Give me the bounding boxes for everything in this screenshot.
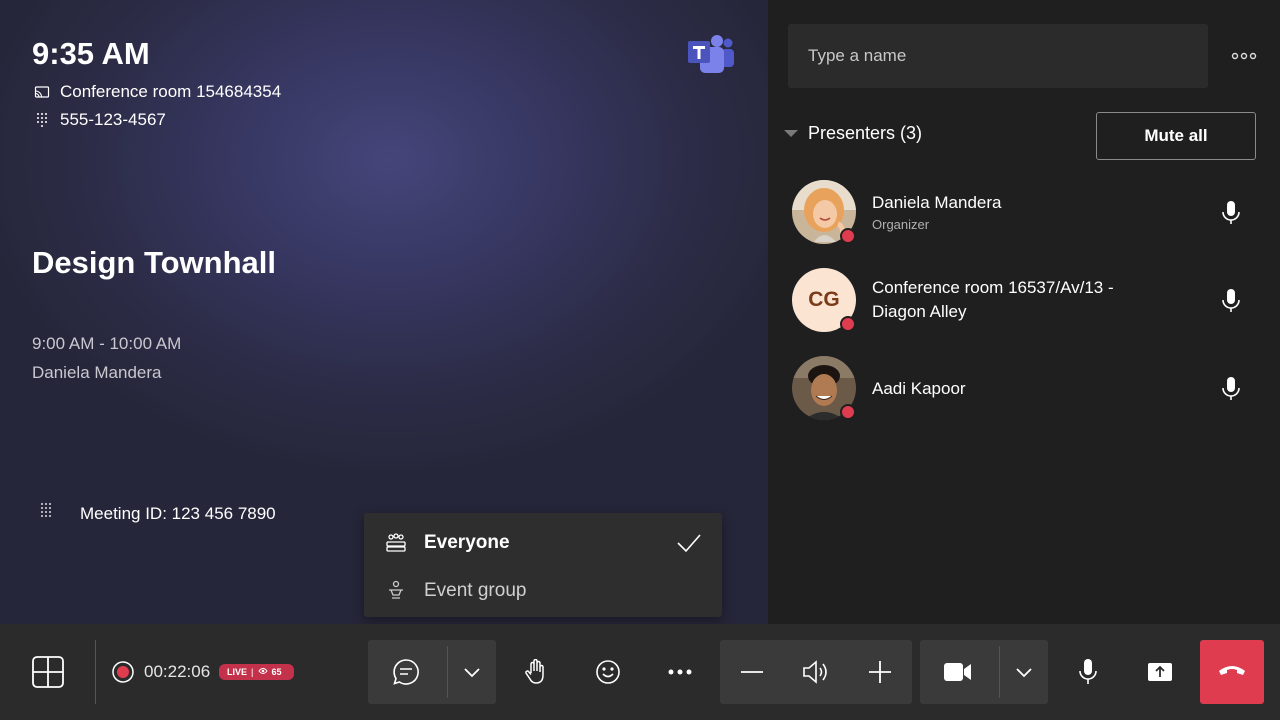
room-row: Conference room 154684354: [34, 82, 281, 102]
mute-all-button[interactable]: Mute all: [1096, 112, 1256, 160]
viewer-count: 65: [271, 667, 282, 677]
menu-item-event-group[interactable]: Event group: [364, 567, 722, 615]
collapse-triangle-icon: [784, 130, 798, 137]
smiley-icon: [595, 659, 621, 685]
chat-options-dropdown[interactable]: [448, 640, 496, 704]
meeting-time-range: 9:00 AM - 10:00 AM: [32, 334, 182, 353]
meeting-id-row: Meeting ID: 123 456 7890: [38, 502, 276, 525]
people-group-icon: [385, 532, 407, 554]
presence-busy-indicator: [840, 316, 856, 332]
chevron-down-icon: [1015, 666, 1033, 678]
participant-name: Conference room 16537/Av/13 -: [872, 278, 1114, 297]
live-label: LIVE: [227, 667, 248, 677]
ellipsis-icon: [667, 668, 693, 676]
teams-meeting-window: 9:35 AM Conference room 154684354 555-12…: [0, 0, 1280, 720]
meeting-controls-bar: 00:22:06 LIVE | 65: [0, 624, 1280, 720]
plus-icon: [868, 660, 892, 684]
meeting-timer: 00:22:06: [144, 662, 211, 681]
search-input[interactable]: Type a name: [788, 24, 1208, 88]
menu-item-label: Event group: [424, 580, 527, 601]
participant-row[interactable]: Daniela Mandera Organizer: [792, 180, 1256, 244]
chevron-down-icon: [463, 666, 481, 678]
participant-role: Organizer: [872, 217, 930, 232]
video-camera-icon: [943, 661, 973, 683]
chat-audience-menu: Everyone Event group: [364, 513, 722, 617]
microphone-icon[interactable]: [1220, 288, 1242, 314]
share-screen-icon: [1147, 662, 1173, 682]
more-options-icon[interactable]: [1230, 46, 1258, 66]
eye-icon: [257, 667, 268, 677]
phone-number: 555-123-4567: [60, 110, 166, 129]
event-group-icon: [385, 580, 407, 602]
participant-name-line2: Diagon Alley: [872, 302, 967, 321]
participants-panel: Type a name Presenters (3) Mute all Dani…: [768, 0, 1280, 624]
raise-hand-button[interactable]: [504, 640, 568, 704]
microphone-icon: [1077, 658, 1099, 686]
leave-call-button[interactable]: [1200, 640, 1264, 704]
live-badge: LIVE | 65: [219, 664, 294, 680]
chat-button[interactable]: [374, 640, 438, 704]
microphone-icon[interactable]: [1220, 200, 1242, 226]
menu-item-label: Everyone: [424, 532, 510, 553]
teams-logo-icon: [686, 33, 734, 77]
participant-row[interactable]: Aadi Kapoor: [792, 356, 1256, 420]
dialpad-icon: [38, 502, 54, 525]
search-placeholder: Type a name: [808, 46, 907, 65]
microphone-icon[interactable]: [1220, 376, 1242, 402]
participant-name: Aadi Kapoor: [872, 379, 966, 398]
more-actions-button[interactable]: [648, 640, 712, 704]
hand-icon: [524, 659, 548, 685]
layout-grid-icon[interactable]: [31, 655, 65, 689]
participant-row[interactable]: CG Conference room 16537/Av/13 - Diagon …: [792, 268, 1256, 332]
divider: [95, 640, 96, 704]
participant-name: Daniela Mandera: [872, 193, 1002, 212]
microphone-button[interactable]: [1056, 640, 1120, 704]
speaker-button[interactable]: [784, 640, 848, 704]
checkmark-icon: [676, 532, 702, 554]
volume-up-button[interactable]: [848, 640, 912, 704]
recording-icon: [112, 661, 134, 683]
chat-icon: [391, 657, 421, 687]
presenters-label: Presenters (3): [808, 123, 923, 143]
speaker-icon: [801, 659, 831, 685]
share-screen-button[interactable]: [1128, 640, 1192, 704]
presenters-section-header[interactable]: Presenters (3): [784, 123, 922, 144]
camera-options-dropdown[interactable]: [1000, 640, 1048, 704]
volume-down-button[interactable]: [720, 640, 784, 704]
meeting-title: Design Townhall: [32, 245, 276, 280]
room-name: Conference room 154684354: [60, 82, 282, 101]
presence-busy-indicator: [840, 228, 856, 244]
minus-icon: [740, 670, 764, 674]
menu-item-everyone[interactable]: Everyone: [364, 519, 722, 567]
meeting-organizer: Daniela Mandera: [32, 363, 162, 382]
camera-button[interactable]: [926, 640, 990, 704]
dialpad-icon: [34, 112, 50, 128]
phone-row: 555-123-4567: [34, 110, 166, 130]
reactions-button[interactable]: [576, 640, 640, 704]
presence-busy-indicator: [840, 404, 856, 420]
hang-up-icon: [1217, 663, 1247, 682]
current-time: 9:35 AM: [32, 36, 150, 71]
meeting-id-text: Meeting ID: 123 456 7890: [80, 503, 276, 523]
cast-icon: [34, 84, 50, 100]
